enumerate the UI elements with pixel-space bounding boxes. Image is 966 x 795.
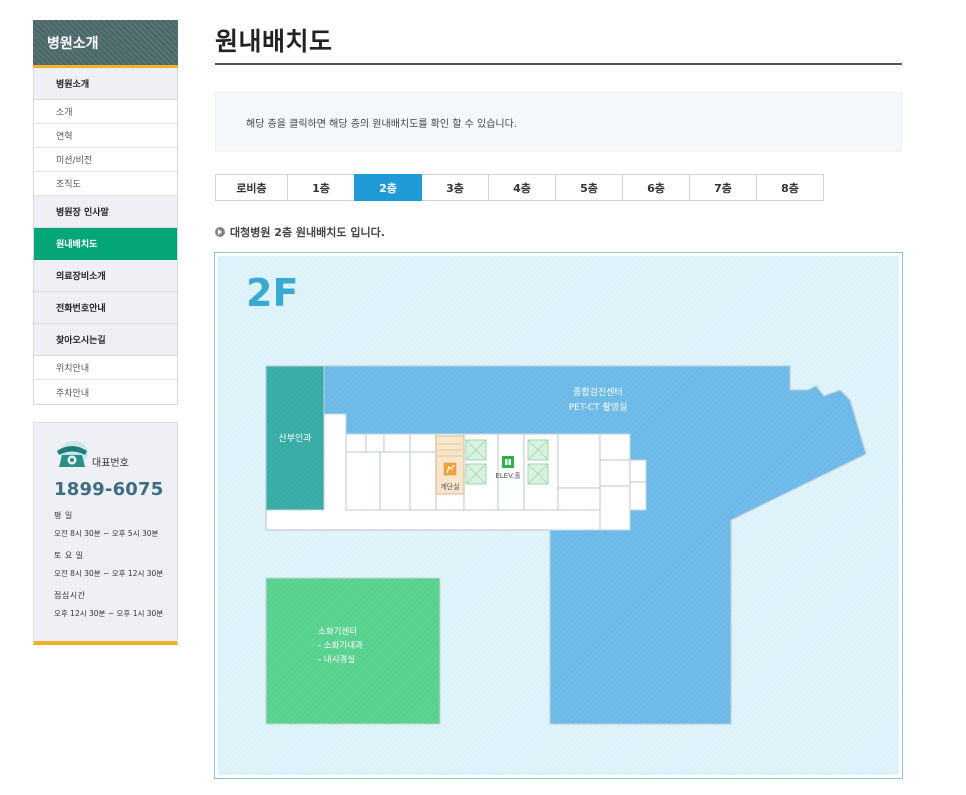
floor-tab-2[interactable]: 2층 xyxy=(354,174,422,201)
sidebar-subitem-1[interactable]: 소개 xyxy=(34,100,177,124)
weekday-label: 평 일 xyxy=(54,511,73,520)
hours-list: 평 일 오전 8시 30분 ~ 오후 5시 30분 토 요 일 오전 8시 30… xyxy=(54,510,177,619)
pet-ct-label: PET-CT 촬영실 xyxy=(569,402,628,413)
gi-center-zone[interactable] xyxy=(265,577,441,725)
floor-label: 2F xyxy=(246,271,298,315)
contact-label: 대표번호 xyxy=(92,458,129,469)
sidebar-subitem-4[interactable]: 조직도 xyxy=(34,172,177,196)
obgyn-label: 산부인과 xyxy=(278,433,311,444)
endoscopy-label: - 내시경실 xyxy=(318,654,355,665)
sidebar-item-9[interactable]: 찾아오시는길 xyxy=(34,324,177,356)
weekday-time: 오전 8시 30분 ~ 오후 5시 30분 xyxy=(54,529,159,538)
floor-tab-3[interactable]: 3층 xyxy=(421,174,489,201)
lunch-label: 점심시간 xyxy=(54,591,86,600)
bullet-arrow-icon xyxy=(215,227,225,237)
contact-box: 대표번호 1899-6075 평 일 오전 8시 30분 ~ 오후 5시 30분… xyxy=(33,422,178,645)
sidebar-title: 병원소개 xyxy=(33,20,178,65)
map-caption-text: 대청병원 2층 원내배치도 입니다. xyxy=(230,226,385,239)
floor-tab-4[interactable]: 4층 xyxy=(488,174,556,201)
health-center-label: 종합검진센터 xyxy=(573,386,623,398)
sidebar: 병원소개 병원소개 소개 연혁 미션/비전 조직도 병원장 인사말 원내배치도 의료장비소개 전… xyxy=(33,20,178,405)
floor-tab-6[interactable]: 6층 xyxy=(622,174,690,201)
floor-tab-8[interactable]: 8층 xyxy=(756,174,824,201)
sidebar-subitem-11[interactable]: 주차안내 xyxy=(34,380,177,404)
sidebar-subitem-10[interactable]: 위치안내 xyxy=(34,356,177,380)
floor-tab-0[interactable]: 로비층 xyxy=(215,174,288,201)
sidebar-subitem-2[interactable]: 연혁 xyxy=(34,124,177,148)
sidebar-item-7[interactable]: 의료장비소개 xyxy=(34,260,177,292)
stairs-icon xyxy=(443,462,457,476)
floor-tabs: 로비층 1층 2층 3층 4층 5층 6층 7층 8층 xyxy=(215,174,824,201)
contact-number: 1899-6075 xyxy=(54,479,164,500)
sidebar-item-8[interactable]: 전화번호안내 xyxy=(34,292,177,324)
sidebar-item-6[interactable]: 원내배치도 xyxy=(34,228,177,260)
notice-box: 해당 층을 클릭하면 해당 층의 원내배치도를 확인 할 수 있습니다. xyxy=(215,92,902,152)
saturday-label: 토 요 일 xyxy=(54,551,84,560)
floor-tab-7[interactable]: 7층 xyxy=(689,174,757,201)
floor-tab-5[interactable]: 5층 xyxy=(555,174,623,201)
floor-tab-1[interactable]: 1층 xyxy=(287,174,355,201)
floor-plan-svg: 2F 계단실 ELEV.홀 종합검진센터 PET-CT 촬영실 산부인과 소화기… xyxy=(218,256,899,775)
sidebar-subitem-3[interactable]: 미션/비전 xyxy=(34,148,177,172)
sidebar-item-5[interactable]: 병원장 인사말 xyxy=(34,196,177,228)
gi-internal-label: - 소화기내과 xyxy=(318,641,363,651)
sidebar-menu: 병원소개 소개 연혁 미션/비전 조직도 병원장 인사말 원내배치도 의료장비소개 전화번호안내… xyxy=(33,68,178,405)
telephone-icon xyxy=(54,439,90,471)
title-divider xyxy=(215,63,902,65)
lunch-time: 오후 12시 30분 ~ 오후 1시 30분 xyxy=(54,609,164,618)
page-title: 원내배치도 xyxy=(215,27,333,56)
gi-center-label: 소화기센터 xyxy=(318,626,357,637)
sidebar-item-0[interactable]: 병원소개 xyxy=(34,68,177,100)
stairs-label: 계단실 xyxy=(440,482,459,491)
elevator-icon xyxy=(502,456,514,468)
saturday-time: 오전 8시 30분 ~ 오후 12시 30분 xyxy=(54,569,164,578)
floor-map: 2F 계단실 ELEV.홀 종합검진센터 PET-CT 촬영실 산부인과 소화기… xyxy=(214,252,903,779)
elevator-label: ELEV.홀 xyxy=(495,471,521,480)
map-caption: 대청병원 2층 원내배치도 입니다. xyxy=(215,224,385,240)
